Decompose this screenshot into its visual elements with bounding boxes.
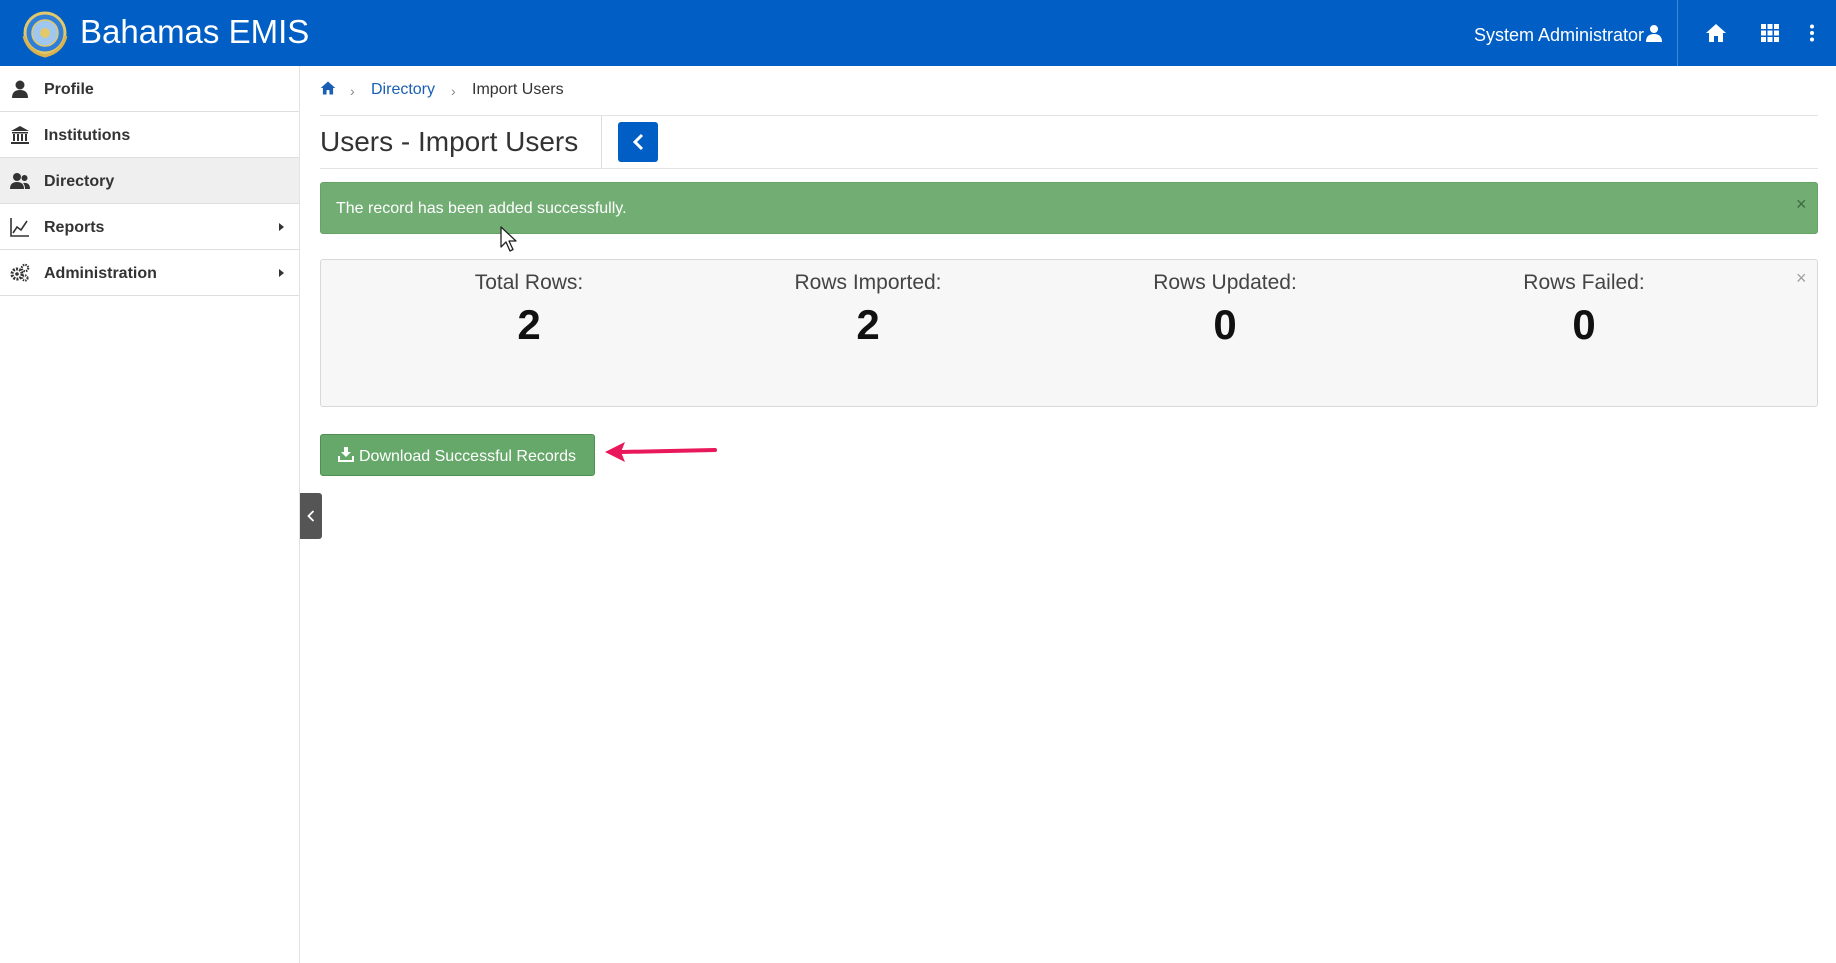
user-icon[interactable] (1640, 0, 1668, 66)
top-navbar: Bahamas EMIS System Administrator (0, 0, 1836, 66)
summary-close-icon[interactable]: × (1796, 268, 1807, 288)
breadcrumb-link-directory[interactable]: Directory (371, 80, 435, 100)
caret-right-icon (279, 269, 284, 277)
page-title: Users - Import Users (320, 126, 579, 157)
breadcrumb-separator: › (451, 83, 456, 99)
user-name[interactable]: System Administrator (1474, 24, 1644, 46)
mouse-cursor-icon (500, 226, 517, 252)
sidebar-collapse-toggle[interactable] (300, 493, 322, 539)
stat-value: 2 (517, 301, 541, 348)
apps-grid-icon[interactable] (1748, 0, 1792, 66)
download-successful-records-button[interactable]: Download Successful Records (320, 434, 595, 476)
sidebar: Profile Institutions Directory Reports A… (0, 66, 300, 963)
stat-total-rows: Total Rows: 2 (379, 270, 679, 352)
home-icon[interactable] (1690, 0, 1742, 66)
line-chart-icon (10, 218, 29, 237)
breadcrumb-separator: › (350, 83, 355, 99)
sidebar-item-label: Directory (44, 173, 115, 190)
sidebar-item-label: Institutions (44, 127, 131, 144)
more-vertical-icon[interactable] (1800, 0, 1824, 66)
sidebar-item-label: Administration (44, 265, 157, 282)
stat-label: Rows Updated: (1153, 271, 1297, 294)
header-divider (1677, 0, 1678, 66)
users-icon (10, 173, 30, 189)
success-alert: The record has been added successfully. … (320, 182, 1818, 234)
user-icon (12, 80, 28, 98)
breadcrumb-current: Import Users (472, 81, 564, 98)
app-title[interactable]: Bahamas EMIS (80, 13, 309, 51)
sidebar-item-reports[interactable]: Reports (0, 204, 299, 250)
sidebar-item-label: Profile (44, 81, 94, 98)
download-button-label: Download Successful Records (359, 448, 576, 465)
sidebar-item-institutions[interactable]: Institutions (0, 112, 299, 158)
import-summary-panel: × Total Rows: 2 Rows Imported: 2 Rows Up… (320, 259, 1818, 407)
stat-rows-imported: Rows Imported: 2 (718, 270, 1018, 352)
download-icon (338, 447, 354, 462)
divider (601, 116, 602, 168)
annotation-arrow-icon (605, 442, 717, 462)
gears-icon (10, 263, 30, 282)
stat-label: Rows Imported: (794, 271, 942, 294)
alert-message: The record has been added successfully. (336, 200, 627, 217)
sidebar-item-profile[interactable]: Profile (0, 66, 299, 112)
alert-close-icon[interactable]: × (1796, 194, 1807, 214)
stat-label: Rows Failed: (1523, 271, 1645, 294)
chevron-left-icon (307, 510, 315, 522)
divider (320, 115, 1818, 116)
divider (320, 168, 1818, 169)
sidebar-item-administration[interactable]: Administration (0, 250, 299, 296)
home-icon[interactable] (320, 80, 336, 96)
stat-value: 2 (856, 301, 880, 348)
stat-label: Total Rows: (474, 271, 584, 294)
back-button[interactable] (618, 122, 658, 162)
stat-value: 0 (1213, 301, 1237, 348)
caret-right-icon (279, 223, 284, 231)
coat-of-arms-logo[interactable] (18, 6, 72, 60)
stat-value: 0 (1572, 301, 1596, 348)
chevron-left-icon (632, 133, 644, 151)
stat-rows-failed: Rows Failed: 0 (1434, 270, 1734, 352)
sidebar-item-directory[interactable]: Directory (0, 158, 299, 204)
stat-rows-updated: Rows Updated: 0 (1075, 270, 1375, 352)
institution-icon (11, 126, 29, 144)
sidebar-item-label: Reports (44, 219, 105, 236)
